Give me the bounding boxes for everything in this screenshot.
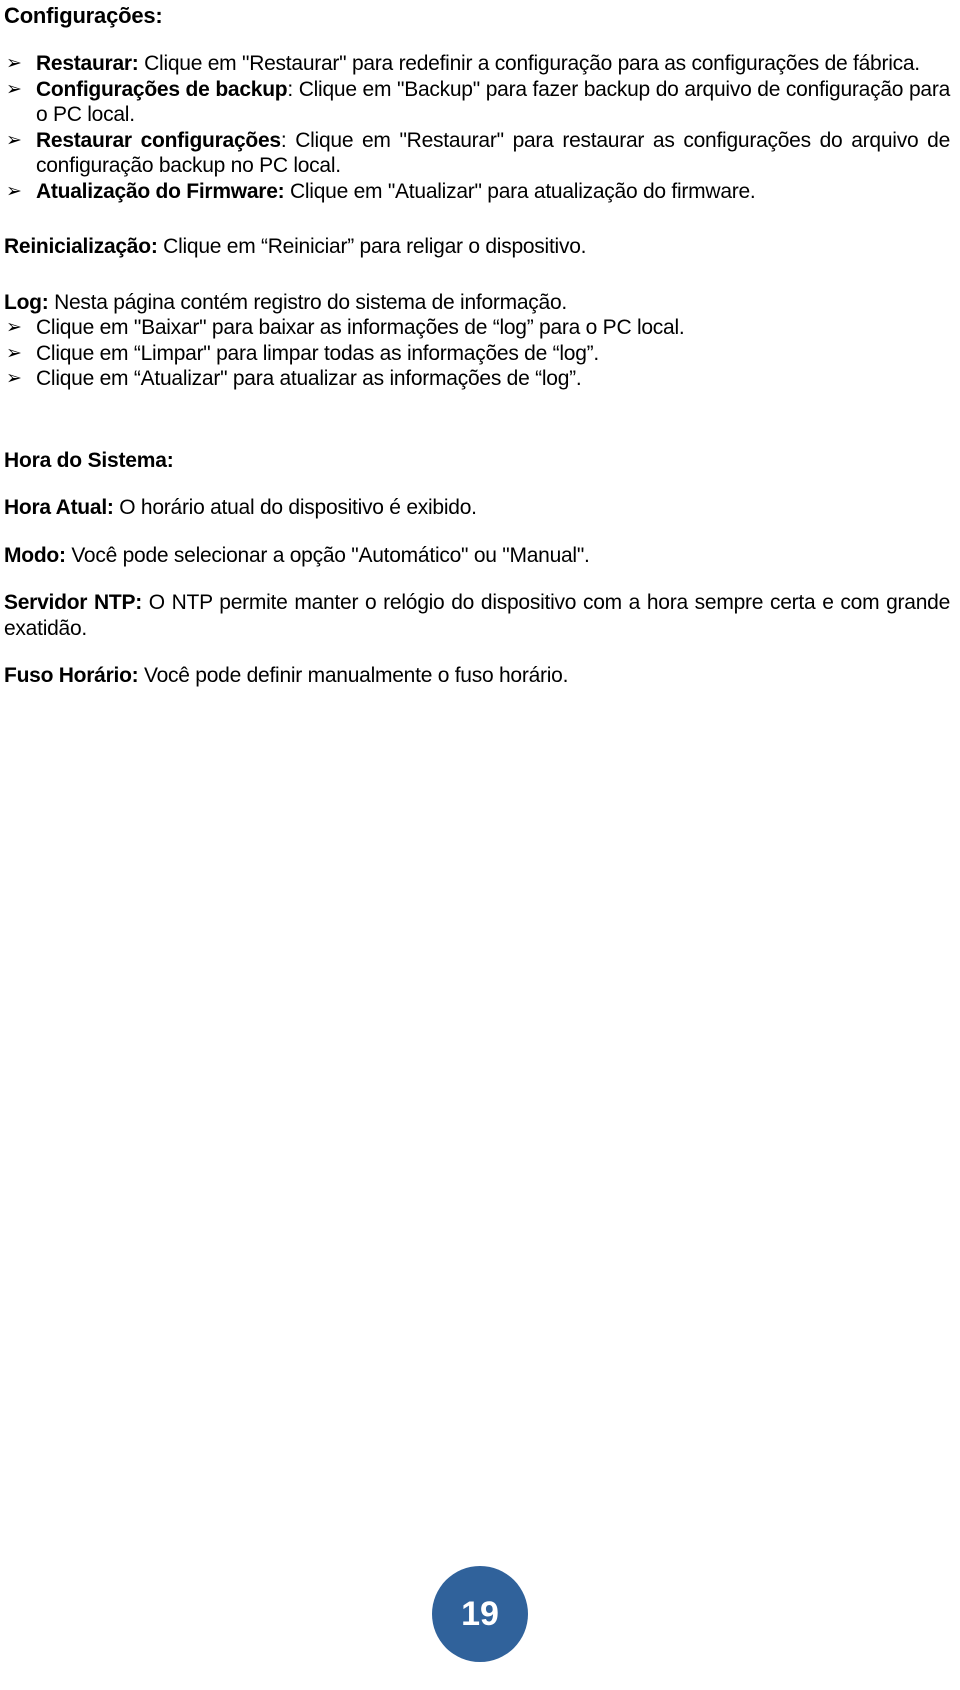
list-item-text: Clique em "Atualizar" para atualização d… — [284, 179, 756, 203]
mode-paragraph: Modo: Você pode selecionar a opção "Auto… — [4, 543, 950, 569]
arrow-bullet-icon: ➢ — [6, 341, 22, 364]
arrow-bullet-icon: ➢ — [6, 316, 22, 338]
log-text: Nesta página contém registro do sistema … — [48, 290, 568, 314]
reboot-paragraph: Reinicialização: Clique em “Reiniciar” p… — [4, 234, 950, 260]
list-item: ➢ Clique em "Baixar" para baixar as infor… — [4, 315, 950, 341]
list-item: ➢ Clique em “Limpar" para limpar todas as… — [4, 341, 950, 367]
page-title: Configurações: — [4, 3, 163, 28]
timezone-label: Fuso Horário: — [4, 664, 139, 687]
timezone-text: Você pode definir manualmente o fuso hor… — [138, 664, 569, 687]
mode-label: Modo: — [4, 543, 66, 567]
ntp-server-label: Servidor NTP: — [4, 591, 142, 614]
log-paragraph: Log: Nesta página contém registro do sis… — [4, 290, 950, 316]
list-item-label: Restaurar configurações — [36, 128, 281, 152]
arrow-bullet-icon: ➢ — [6, 77, 22, 100]
page-footer: 19 — [0, 1566, 960, 1662]
list-item-text: Clique em “Limpar" para limpar todas as … — [36, 341, 599, 365]
arrow-bullet-icon: ➢ — [6, 52, 22, 74]
log-bullet-list: ➢ Clique em "Baixar" para baixar as infor… — [4, 315, 950, 392]
arrow-bullet-icon: ➢ — [6, 367, 22, 389]
current-time-label: Hora Atual: — [4, 496, 114, 519]
list-item-label: Restaurar: — [36, 52, 139, 75]
list-item: ➢ Clique em “Atualizar" para atualizar as… — [4, 366, 950, 392]
list-item: ➢ Atualização do Firmware: Clique em "Atu… — [4, 179, 950, 205]
document-page: Configurações: ➢ Restaurar: Clique em "Re… — [0, 3, 960, 1690]
list-item-label: Atualização do Firmware: — [36, 179, 285, 203]
settings-bullet-list: ➢ Restaurar: Clique em "Restaurar" para r… — [4, 51, 950, 204]
mode-text: Você pode selecionar a opção "Automático… — [65, 543, 590, 567]
current-time-text: O horário atual do dispositivo é exibido… — [113, 496, 477, 519]
system-time-heading: Hora do Sistema: — [4, 448, 174, 472]
list-item: ➢ Restaurar configurações: Clique em "Res… — [4, 128, 950, 179]
page-number-badge: 19 — [432, 1566, 528, 1662]
list-item-text: Clique em "Baixar" para baixar as inform… — [36, 316, 685, 339]
list-item-text: Clique em “Atualizar" para atualizar as … — [36, 367, 582, 390]
list-item-label: Configurações de backup — [36, 77, 288, 101]
ntp-server-text: O NTP permite manter o relógio do dispos… — [4, 591, 951, 640]
current-time-paragraph: Hora Atual: O horário atual do dispositi… — [4, 495, 950, 521]
arrow-bullet-icon: ➢ — [6, 179, 22, 202]
list-item-text: Clique em "Restaurar" para redefinir a c… — [138, 52, 920, 75]
reboot-text: Clique em “Reiniciar” para religar o dis… — [157, 235, 587, 258]
ntp-server-paragraph: Servidor NTP: O NTP permite manter o rel… — [4, 590, 950, 641]
list-item: ➢ Configurações de backup: Clique em "Bac… — [4, 77, 950, 128]
arrow-bullet-icon: ➢ — [6, 128, 22, 151]
log-label: Log: — [4, 290, 49, 314]
list-item: ➢ Restaurar: Clique em "Restaurar" para r… — [4, 51, 950, 77]
reboot-label: Reinicialização: — [4, 235, 158, 258]
timezone-paragraph: Fuso Horário: Você pode definir manualme… — [4, 663, 950, 689]
